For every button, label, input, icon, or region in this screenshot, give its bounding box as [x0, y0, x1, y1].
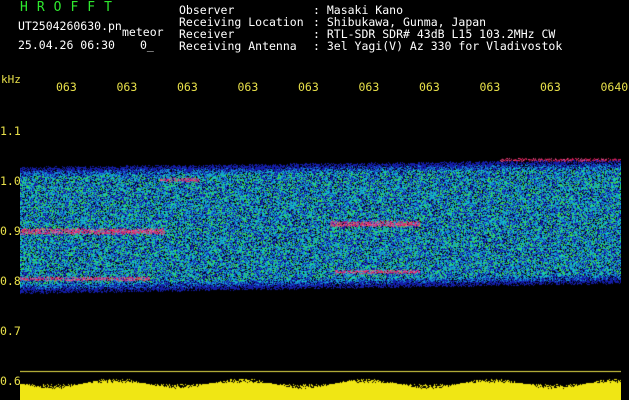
x-tick-label: 063: [298, 80, 319, 94]
x-tick-label: 063: [540, 80, 561, 94]
y-tick-label: 0.7: [0, 324, 21, 338]
x-tick-label: 0640: [600, 80, 629, 94]
file-kind: meteor: [122, 25, 164, 39]
x-tick-label: 063: [419, 80, 440, 94]
file-name: UT2504260630.pn: [18, 19, 122, 33]
y-tick-label: 1.1: [0, 124, 21, 138]
y-tick-label: 0.9: [0, 224, 21, 238]
app-title: HROFFT: [20, 0, 121, 15]
header-panel: HROFFT UT2504260630.pn meteor 25.04.26 0…: [0, 0, 629, 72]
y-tick-label: 0.6: [0, 374, 21, 388]
x-tick-label: 063: [237, 80, 259, 94]
status-tag: 0_: [140, 38, 154, 52]
spectrogram-canvas: [20, 96, 621, 400]
antenna-value: : 3el Yagi(V) Az 330 for Vladivostok: [313, 39, 563, 53]
x-tick-label: 063: [479, 80, 501, 94]
date-time: 25.04.26 06:30: [18, 38, 115, 52]
x-tick-label: 063: [358, 80, 380, 94]
y-tick-label: 0.8: [0, 274, 21, 288]
y-tick-label: 1.0: [0, 174, 21, 188]
x-tick-label: 063: [56, 80, 77, 94]
x-tick-label: 063: [177, 80, 198, 94]
y-axis-unit-label: kHz: [1, 73, 21, 86]
x-tick-label: 063: [116, 80, 138, 94]
antenna-label: Receiving Antenna: [179, 39, 297, 53]
